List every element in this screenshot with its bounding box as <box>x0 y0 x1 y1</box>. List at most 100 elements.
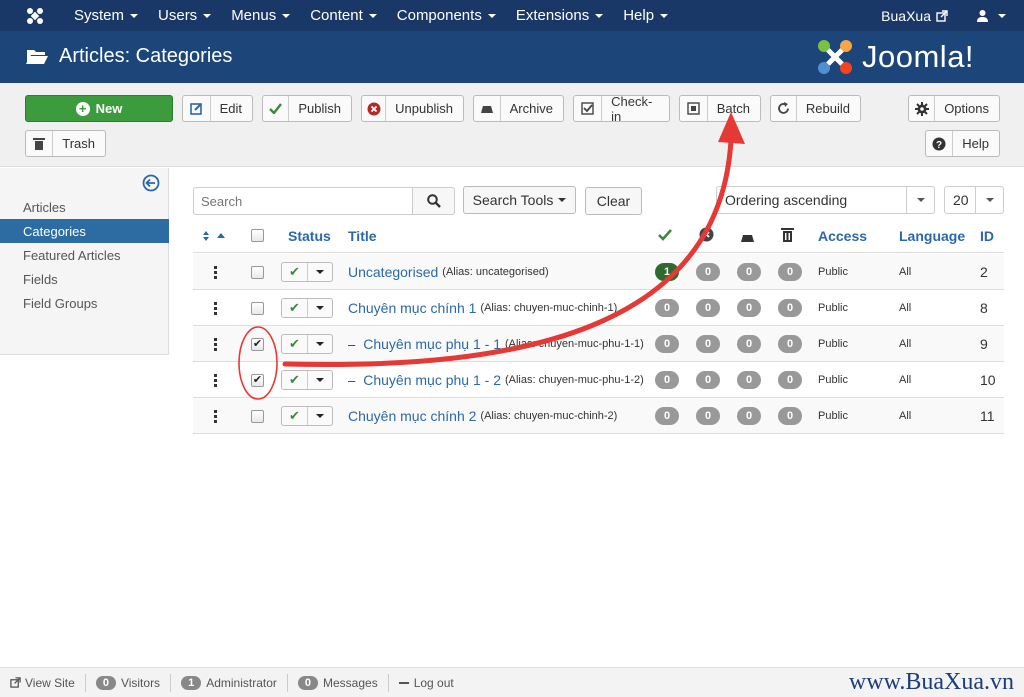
count-badge[interactable]: 0 <box>696 254 720 290</box>
help-button[interactable]: ? Help <box>925 130 1000 157</box>
menu-help[interactable]: Help <box>613 0 678 31</box>
published-check-icon[interactable]: ✔ <box>282 299 308 317</box>
status-toggle[interactable]: ✔ <box>281 362 333 398</box>
sidebar-item-field-groups[interactable]: Field Groups <box>0 291 169 315</box>
count-badge[interactable]: 0 <box>737 290 761 326</box>
user-menu[interactable] <box>976 9 1006 22</box>
checkin-button[interactable]: Check-in <box>573 93 670 124</box>
count-badge[interactable]: 0 <box>696 326 720 362</box>
logout-link[interactable]: Log out <box>389 674 464 692</box>
archive-button[interactable]: Archive <box>473 95 564 122</box>
menu-system[interactable]: System <box>64 0 148 31</box>
drag-handle[interactable] <box>214 398 217 434</box>
trashed-icon[interactable] <box>781 227 794 245</box>
checkin-label: Check-in <box>611 93 653 124</box>
search-button[interactable] <box>413 187 455 215</box>
count-badge[interactable]: 0 <box>737 326 761 362</box>
published-check-icon[interactable]: ✔ <box>282 335 308 353</box>
count-badge[interactable]: 0 <box>655 326 679 362</box>
chevron-down-icon[interactable] <box>308 407 332 425</box>
count-badge[interactable]: 0 <box>696 290 720 326</box>
published-check-icon[interactable]: ✔ <box>282 407 308 425</box>
count-badge[interactable]: 0 <box>737 362 761 398</box>
id-header[interactable]: ID <box>980 228 994 244</box>
joomla-logo-icon[interactable] <box>22 0 48 31</box>
category-title-link[interactable]: Uncategorised <box>348 264 438 280</box>
menu-users[interactable]: Users <box>148 0 221 31</box>
rebuild-button[interactable]: Rebuild <box>770 95 861 122</box>
sidebar-toggle-icon[interactable] <box>142 174 160 192</box>
status-header[interactable]: Status <box>288 228 331 244</box>
title-header[interactable]: Title <box>348 228 377 244</box>
archived-icon[interactable] <box>740 230 755 246</box>
edit-button[interactable]: Edit <box>182 95 253 122</box>
row-checkbox[interactable]: ✔ <box>251 362 264 398</box>
category-title-link[interactable]: Chuyên mục chính 2 <box>348 408 476 424</box>
count-badge[interactable]: 0 <box>655 290 679 326</box>
category-title-link[interactable]: Chuyên mục phụ 1 - 2 <box>363 372 501 388</box>
unpublished-icon[interactable] <box>699 227 714 245</box>
row-checkbox[interactable]: ✔ <box>251 326 264 362</box>
count-badge[interactable]: 0 <box>655 362 679 398</box>
chevron-down-icon[interactable] <box>308 263 332 281</box>
drag-handle[interactable] <box>214 254 217 290</box>
chevron-down-icon[interactable] <box>308 371 332 389</box>
sidebar-item-featured-articles[interactable]: Featured Articles <box>0 243 169 267</box>
batch-button[interactable]: Batch <box>679 95 761 122</box>
status-toggle[interactable]: ✔ <box>281 254 333 290</box>
ordering-select[interactable]: Ordering ascending <box>716 186 935 214</box>
count-badge[interactable]: 0 <box>778 254 802 290</box>
menu-content[interactable]: Content <box>300 0 387 31</box>
count-badge[interactable]: 0 <box>778 326 802 362</box>
menu-extensions[interactable]: Extensions <box>506 0 613 31</box>
status-toggle[interactable]: ✔ <box>281 290 333 326</box>
chevron-down-icon[interactable] <box>308 335 332 353</box>
unpublish-button[interactable]: Unpublish <box>361 95 464 122</box>
count-badge[interactable]: 0 <box>778 362 802 398</box>
count-badge[interactable]: 0 <box>778 290 802 326</box>
trash-button[interactable]: Trash <box>25 130 106 157</box>
new-button[interactable]: + New <box>25 95 173 122</box>
category-alias: (Alias: uncategorised) <box>442 266 549 278</box>
sort-order-icon[interactable] <box>203 229 227 245</box>
count-badge[interactable]: 1 <box>655 254 679 290</box>
row-checkbox[interactable] <box>251 290 264 326</box>
drag-handle[interactable] <box>214 326 217 362</box>
options-button[interactable]: Options <box>908 95 1000 122</box>
language-header[interactable]: Language <box>899 228 965 244</box>
clear-button[interactable]: Clear <box>585 187 642 215</box>
drag-handle[interactable] <box>214 290 217 326</box>
sidebar-item-articles[interactable]: Articles <box>0 195 169 219</box>
row-checkbox[interactable] <box>251 398 264 434</box>
count-badge[interactable]: 0 <box>696 362 720 398</box>
search-group <box>193 187 455 215</box>
count-badge[interactable]: 0 <box>737 254 761 290</box>
category-title-link[interactable]: Chuyên mục phụ 1 - 1 <box>363 336 501 352</box>
limit-select[interactable]: 20 <box>944 186 1004 214</box>
count-badge[interactable]: 0 <box>778 398 802 434</box>
menu-components[interactable]: Components <box>387 0 506 31</box>
status-toggle[interactable]: ✔ <box>281 398 333 434</box>
count-badge[interactable]: 0 <box>696 398 720 434</box>
category-title-link[interactable]: Chuyên mục chính 1 <box>348 300 476 316</box>
view-site-link[interactable]: View Site <box>0 673 86 692</box>
site-link[interactable]: BuaXua <box>881 8 948 24</box>
chevron-down-icon[interactable] <box>308 299 332 317</box>
status-toggle[interactable]: ✔ <box>281 326 333 362</box>
sidebar-item-categories[interactable]: Categories <box>0 219 169 243</box>
select-all-checkbox[interactable] <box>251 229 264 242</box>
messages-indicator[interactable]: 0 Messages <box>288 673 389 692</box>
published-check-icon[interactable] <box>658 228 672 244</box>
published-check-icon[interactable]: ✔ <box>282 263 308 281</box>
count-badge[interactable]: 0 <box>737 398 761 434</box>
published-check-icon[interactable]: ✔ <box>282 371 308 389</box>
menu-menus[interactable]: Menus <box>221 0 300 31</box>
row-checkbox[interactable] <box>251 254 264 290</box>
access-header[interactable]: Access <box>818 228 867 244</box>
search-input[interactable] <box>193 187 413 215</box>
publish-button[interactable]: Publish <box>262 95 352 122</box>
drag-handle[interactable] <box>214 362 217 398</box>
count-badge[interactable]: 0 <box>655 398 679 434</box>
sidebar-item-fields[interactable]: Fields <box>0 267 169 291</box>
search-tools-button[interactable]: Search Tools <box>463 186 576 214</box>
